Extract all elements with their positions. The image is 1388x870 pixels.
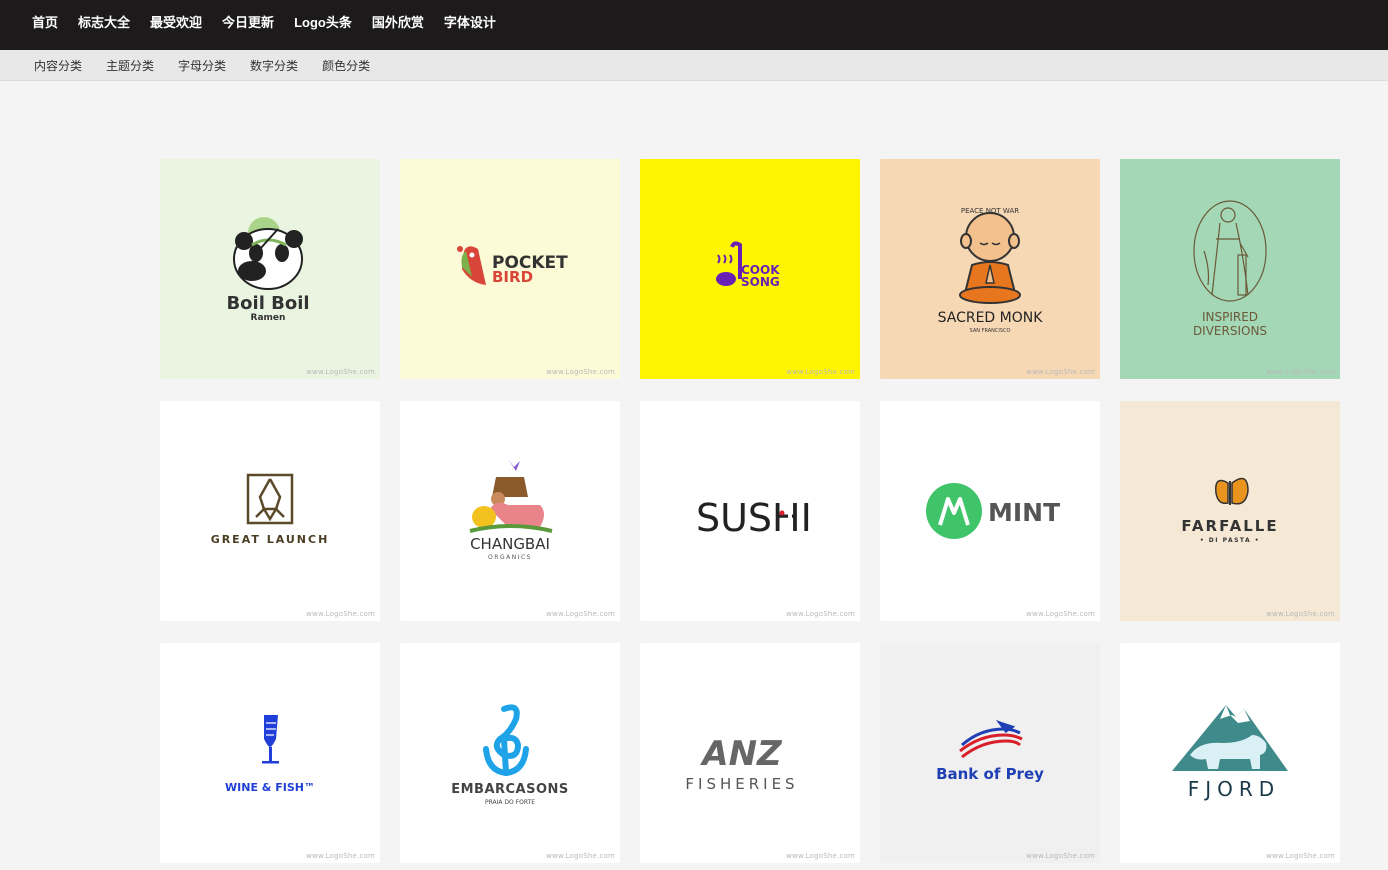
logo-card-pocket-bird[interactable]: POCKET BIRD www.LogoShe.com xyxy=(400,159,620,379)
logo-card-sushi[interactable]: SUSHI www.LogoShe.com xyxy=(640,401,860,621)
logo-name-line2: SONG xyxy=(741,275,780,289)
logo-name: EMBARCASONS xyxy=(451,782,569,797)
logo-name: SUSHI xyxy=(696,496,812,540)
anz-monogram-icon: ANZ xyxy=(699,734,783,774)
category-letter[interactable]: 字母分类 xyxy=(178,57,226,74)
logo-card-wine-fish[interactable]: WINE & FISH™ www.LogoShe.com xyxy=(160,643,380,863)
logo-name: MINT xyxy=(988,498,1060,527)
logo-name: FARFALLE xyxy=(1181,517,1278,535)
logo-name: FISHERIES xyxy=(685,775,798,793)
watermark: www.LogoShe.com xyxy=(1266,368,1335,376)
category-number[interactable]: 数字分类 xyxy=(250,57,298,74)
watermark: www.LogoShe.com xyxy=(786,368,855,376)
nav-today-updates[interactable]: 今日更新 xyxy=(222,12,274,31)
logo-name: CHANGBAI xyxy=(470,535,550,553)
watermark: www.LogoShe.com xyxy=(1026,610,1095,618)
logo-card-sacred-monk[interactable]: PEACE NOT WAR SACRED MONK SAN FRANCISCO … xyxy=(880,159,1100,379)
watermark: www.LogoShe.com xyxy=(786,610,855,618)
top-navigation-bar: 首页 标志大全 最受欢迎 今日更新 Logo头条 国外欣赏 字体设计 xyxy=(0,0,1388,50)
watermark: www.LogoShe.com xyxy=(306,610,375,618)
logo-card-bank-of-prey[interactable]: Bank of Prey www.LogoShe.com xyxy=(880,643,1100,863)
nav-font-design[interactable]: 字体设计 xyxy=(444,12,496,31)
logo-card-anz-fisheries[interactable]: ANZ FISHERIES www.LogoShe.com xyxy=(640,643,860,863)
logo-name: Boil Boil xyxy=(226,293,309,314)
logo-name-line2: BIRD xyxy=(492,268,533,286)
category-nav: 内容分类 主题分类 字母分类 数字分类 颜色分类 xyxy=(34,50,394,81)
logo-card-embarcasons[interactable]: EMBARCASONS PRAIA DO FORTE www.LogoShe.c… xyxy=(400,643,620,863)
watermark: www.LogoShe.com xyxy=(546,852,615,860)
logo-subtitle: ORGANICS xyxy=(488,554,532,561)
logo-card-great-launch[interactable]: GREAT LAUNCH www.LogoShe.com xyxy=(160,401,380,621)
logo-name-line2: DIVERSIONS xyxy=(1193,324,1267,338)
logo-grid: Boil Boil Ramen www.LogoShe.com POCKET B… xyxy=(160,159,1340,863)
category-bar: 内容分类 主题分类 字母分类 数字分类 颜色分类 xyxy=(0,50,1388,81)
logo-card-mint[interactable]: MINT www.LogoShe.com xyxy=(880,401,1100,621)
watermark: www.LogoShe.com xyxy=(306,368,375,376)
watermark: www.LogoShe.com xyxy=(786,852,855,860)
nav-foreign-showcase[interactable]: 国外欣赏 xyxy=(372,12,424,31)
watermark: www.LogoShe.com xyxy=(546,610,615,618)
logo-card-changbai[interactable]: CHANGBAI ORGANICS www.LogoShe.com xyxy=(400,401,620,621)
category-color[interactable]: 颜色分类 xyxy=(322,57,370,74)
butterfly-icon xyxy=(1215,477,1249,505)
nav-home[interactable]: 首页 xyxy=(32,12,58,31)
logo-card-boil-boil[interactable]: Boil Boil Ramen www.LogoShe.com xyxy=(160,159,380,379)
nav-logo-headlines[interactable]: Logo头条 xyxy=(294,12,352,31)
mint-leaf-icon xyxy=(926,483,982,539)
logo-name: Bank of Prey xyxy=(936,765,1044,783)
category-content[interactable]: 内容分类 xyxy=(34,57,82,74)
logo-subtitle: • DI PASTA • xyxy=(1200,537,1260,544)
logo-card-inspired-diversions[interactable]: INSPIRED DIVERSIONS www.LogoShe.com xyxy=(1120,159,1340,379)
category-theme[interactable]: 主题分类 xyxy=(106,57,154,74)
logo-subtitle: SAN FRANCISCO xyxy=(970,328,1011,334)
watermark: www.LogoShe.com xyxy=(306,852,375,860)
logo-name: GREAT LAUNCH xyxy=(211,533,330,546)
nav-logo-collection[interactable]: 标志大全 xyxy=(78,12,130,31)
watermark: www.LogoShe.com xyxy=(1266,610,1335,618)
watermark: www.LogoShe.com xyxy=(546,368,615,376)
watermark: www.LogoShe.com xyxy=(1026,368,1095,376)
logo-card-farfalle[interactable]: FARFALLE • DI PASTA • www.LogoShe.com xyxy=(1120,401,1340,621)
nav-most-popular[interactable]: 最受欢迎 xyxy=(150,12,202,31)
logo-card-fjord[interactable]: FJORD www.LogoShe.com xyxy=(1120,643,1340,863)
logo-name: FJORD xyxy=(1188,777,1280,801)
logo-card-cook-song[interactable]: COOK SONG www.LogoShe.com xyxy=(640,159,860,379)
logo-name: WINE & FISH™ xyxy=(225,781,315,794)
logo-subtitle: Ramen xyxy=(251,313,286,323)
main-nav: 首页 标志大全 最受欢迎 今日更新 Logo头条 国外欣赏 字体设计 xyxy=(32,0,516,42)
watermark: www.LogoShe.com xyxy=(1266,852,1335,860)
watermark: www.LogoShe.com xyxy=(1026,852,1095,860)
logo-name: INSPIRED xyxy=(1202,310,1258,324)
logo-subtitle: PRAIA DO FORTE xyxy=(485,799,535,806)
logo-name: SACRED MONK xyxy=(938,310,1044,326)
